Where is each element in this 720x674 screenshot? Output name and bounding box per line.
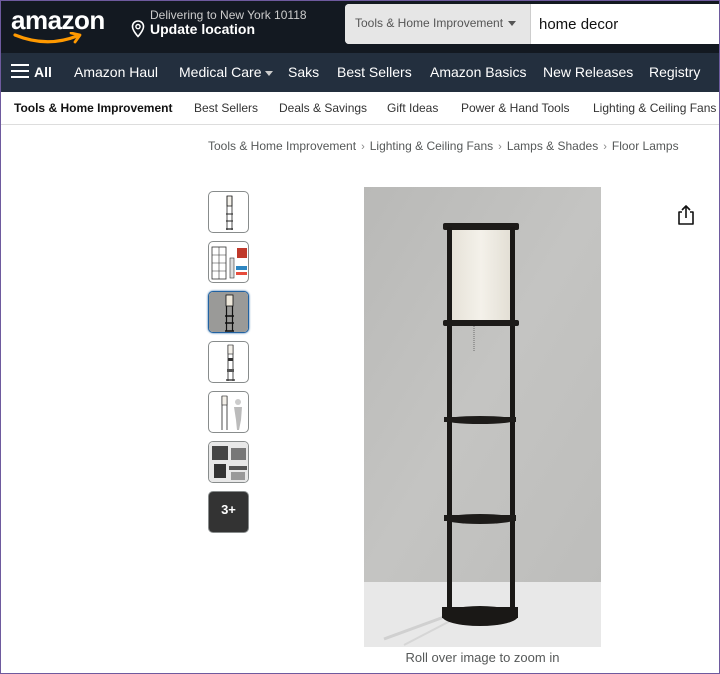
floor-lamp-thumbnail [209, 292, 248, 332]
thumbnail-image[interactable] [208, 391, 249, 433]
chevron-down-icon [265, 70, 274, 76]
search-bar: Tools & Home Improvement [345, 4, 719, 44]
location-pin-icon [131, 20, 145, 38]
thumbnail-image[interactable] [208, 341, 249, 383]
all-menu-button[interactable]: All [11, 53, 52, 92]
nav-item-saks[interactable]: Saks [288, 53, 319, 92]
subnav-lighting-ceiling-fans[interactable]: Lighting & Ceiling Fans [593, 92, 716, 125]
subnav-power-hand-tools[interactable]: Power & Hand Tools [461, 92, 570, 125]
update-location-link[interactable]: Update location [150, 21, 255, 37]
nav-item-medical-care-label: Medical Care [179, 64, 262, 80]
thumbnail-image[interactable] [208, 191, 249, 233]
chevron-right-icon: › [498, 141, 502, 153]
nav-item-amazon-basics[interactable]: Amazon Basics [430, 53, 526, 92]
chevron-down-icon [508, 21, 517, 27]
search-category-select[interactable]: Tools & Home Improvement [345, 4, 531, 44]
floor-lamp-shelves-thumbnail [226, 344, 235, 381]
search-input[interactable] [531, 4, 719, 44]
dimensions-thumbnail [211, 246, 247, 280]
more-images-label: 3+ [221, 502, 236, 517]
thumbnail-image-selected[interactable] [208, 291, 249, 333]
share-icon [678, 205, 694, 225]
category-subnav: Tools & Home Improvement Best Sellers De… [1, 92, 719, 125]
more-images-button[interactable]: 3+ [208, 491, 249, 533]
floor-lamp-image [364, 187, 601, 647]
nav-item-amazon-haul[interactable]: Amazon Haul [74, 53, 158, 92]
chevron-right-icon: › [603, 141, 607, 153]
lamp-with-person-thumbnail [221, 395, 242, 430]
delivery-address-text: Delivering to New York 10118 [150, 8, 307, 22]
breadcrumb-item[interactable]: Lamps & Shades [507, 139, 598, 153]
subnav-gift-ideas[interactable]: Gift Ideas [387, 92, 438, 125]
nav-item-medical-care[interactable]: Medical Care [179, 53, 274, 92]
main-product-image[interactable] [364, 187, 601, 647]
nav-item-new-releases[interactable]: New Releases [543, 53, 633, 92]
zoom-caption: Roll over image to zoom in [405, 650, 560, 665]
breadcrumb: Tools & Home Improvement › Lighting & Ceil… [208, 139, 679, 153]
smile-arrow-icon [13, 32, 82, 44]
nav-item-best-sellers[interactable]: Best Sellers [337, 53, 412, 92]
breadcrumb-item[interactable]: Floor Lamps [612, 139, 679, 153]
page-frame: amazon Delivering to New York 10118 Upda… [0, 0, 720, 674]
amazon-logo[interactable]: amazon [11, 5, 111, 47]
breadcrumb-item[interactable]: Lighting & Ceiling Fans [370, 139, 493, 153]
top-header: amazon Delivering to New York 10118 Upda… [1, 1, 719, 53]
room-scene-thumbnail [209, 442, 248, 482]
search-category-label: Tools & Home Improvement [355, 16, 504, 30]
thumbnail-image[interactable] [208, 441, 249, 483]
breadcrumb-item[interactable]: Tools & Home Improvement [208, 139, 356, 153]
subnav-tools-home-improvement[interactable]: Tools & Home Improvement [14, 92, 172, 125]
chevron-right-icon: › [361, 141, 365, 153]
all-menu-label: All [34, 64, 52, 80]
share-button[interactable] [676, 204, 696, 226]
hamburger-menu-icon [11, 64, 29, 79]
thumbnail-image[interactable] [208, 241, 249, 283]
main-nav: All Amazon Haul Medical Care Saks Best S… [1, 53, 719, 92]
subnav-deals-savings[interactable]: Deals & Savings [279, 92, 367, 125]
subnav-best-sellers[interactable]: Best Sellers [194, 92, 258, 125]
delivery-location[interactable]: Delivering to New York 10118 Update loca… [131, 8, 341, 46]
nav-item-registry[interactable]: Registry [649, 53, 700, 92]
floor-lamp-thumbnail [226, 195, 233, 230]
